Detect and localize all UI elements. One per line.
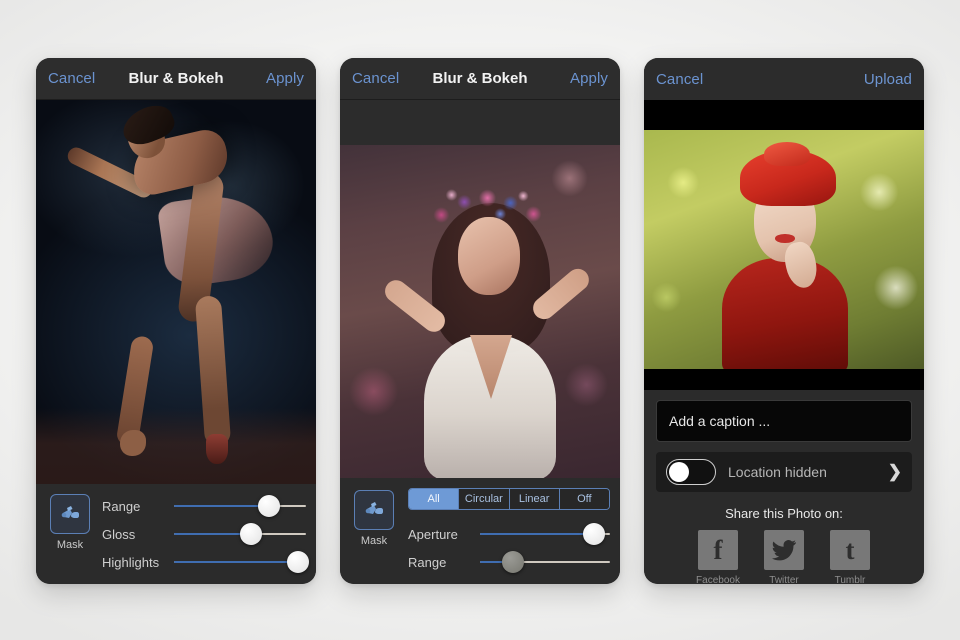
phone2-segment-all[interactable]: All <box>409 489 460 509</box>
phone2-slider-range[interactable] <box>480 551 610 573</box>
phone2-slider-row-aperture: Aperture <box>408 520 610 548</box>
phone-2-blur-bokeh-floral: Cancel Blur & Bokeh Apply Mask All Circu… <box>340 58 620 584</box>
phone2-mask-button[interactable] <box>354 490 394 530</box>
phone1-slider-range[interactable] <box>174 495 306 517</box>
phone3-share-facebook-label: Facebook <box>696 575 740 584</box>
phone1-slider-row-highlights: Highlights <box>102 548 310 576</box>
phone3-letterbox-top <box>644 100 924 130</box>
phone3-share-facebook[interactable]: f Facebook <box>696 530 740 584</box>
twitter-bird-icon <box>771 540 796 561</box>
phone2-photo-canvas[interactable] <box>340 145 620 478</box>
phone1-slider-range-knob[interactable] <box>258 495 281 517</box>
phone3-photo-turban-knot <box>764 142 810 166</box>
phone1-cancel-button[interactable]: Cancel <box>48 70 95 87</box>
phone2-slider-label-range: Range <box>408 554 447 570</box>
phone1-slider-label-highlights: Highlights <box>102 554 160 570</box>
phone3-upload-button[interactable]: Upload <box>864 71 912 88</box>
phone2-slider-aperture[interactable] <box>480 523 610 545</box>
phone2-mask-label: Mask <box>360 535 388 547</box>
phone1-navbar: Cancel Blur & Bokeh Apply <box>36 58 316 100</box>
phone2-cancel-button[interactable]: Cancel <box>352 70 399 87</box>
phone1-slider-highlights-knob[interactable] <box>287 551 310 573</box>
phone1-slider-range-fill <box>174 505 270 507</box>
phone3-share-twitter-label: Twitter <box>769 575 799 584</box>
phone2-apply-button[interactable]: Apply <box>570 70 608 87</box>
phone2-slider-aperture-fill <box>480 533 595 535</box>
phone3-photo-body <box>722 258 848 369</box>
phone1-slider-gloss-knob[interactable] <box>239 523 262 545</box>
phone2-slider-label-aperture: Aperture <box>408 526 458 542</box>
phone3-form-body: Add a caption ... Location hidden ❯ Shar… <box>644 390 924 584</box>
phone2-segment-circular[interactable]: Circular <box>459 489 510 509</box>
airbrush-icon <box>61 506 79 518</box>
tumblr-icon[interactable]: t <box>830 530 870 570</box>
phone3-navbar: Cancel Upload <box>644 58 924 100</box>
phone3-location-label: Location hidden <box>728 464 827 480</box>
phone1-slider-row-gloss: Gloss <box>102 520 306 548</box>
phone3-location-toggle-knob <box>669 462 689 482</box>
phone3-share-buttons: f Facebook Twitter t Tumblr <box>656 530 912 584</box>
phone2-control-panel: Mask All Circular Linear Off Aperture Ra… <box>340 478 620 584</box>
phone2-top-spacer <box>340 100 620 145</box>
phone1-mask-label: Mask <box>56 539 84 551</box>
phone3-share-tumblr-label: Tumblr <box>834 575 866 584</box>
phone1-control-panel: Mask Range Gloss Highlights <box>36 484 316 584</box>
phone3-share-twitter[interactable]: Twitter <box>762 530 806 584</box>
phone2-navbar: Cancel Blur & Bokeh Apply <box>340 58 620 100</box>
phone2-slider-row-range: Range <box>408 548 610 576</box>
phone3-cancel-button[interactable]: Cancel <box>656 71 703 88</box>
phone2-blur-mode-segmented-control[interactable]: All Circular Linear Off <box>408 488 610 510</box>
phone3-location-toggle[interactable] <box>666 459 716 485</box>
phone3-letterbox-bottom <box>644 369 924 390</box>
phone1-slider-highlights[interactable] <box>174 551 310 573</box>
phone3-share-title: Share this Photo on: <box>725 506 843 521</box>
phone1-slider-group: Range Gloss Highlights <box>96 492 310 576</box>
phone3-caption-input[interactable]: Add a caption ... <box>656 400 912 442</box>
phone2-right-controls: All Circular Linear Off Aperture Range <box>400 488 610 576</box>
phone3-share-tumblr[interactable]: t Tumblr <box>828 530 872 584</box>
phone2-photo-flower-crown <box>426 185 554 235</box>
chevron-right-icon[interactable]: ❯ <box>888 462 902 482</box>
phone2-segment-off[interactable]: Off <box>559 489 609 509</box>
phone1-mask-tool[interactable]: Mask <box>44 494 96 551</box>
phone2-segment-linear[interactable]: Linear <box>509 489 560 509</box>
facebook-icon[interactable]: f <box>698 530 738 570</box>
phone1-photo-shoe <box>206 434 228 464</box>
phone2-slider-range-knob[interactable] <box>501 551 524 573</box>
phone1-slider-highlights-fill <box>174 561 299 563</box>
phone2-mask-tool[interactable]: Mask <box>348 490 400 547</box>
phone1-apply-button[interactable]: Apply <box>266 70 304 87</box>
phone3-photo-lips <box>775 234 795 243</box>
phone-1-blur-bokeh-dancer: Cancel Blur & Bokeh Apply Mask Range Glo… <box>36 58 316 584</box>
phone1-slider-label-range: Range <box>102 498 141 514</box>
phone2-slider-aperture-knob[interactable] <box>583 523 606 545</box>
phone1-photo-canvas[interactable] <box>36 100 316 528</box>
phone1-mask-button[interactable] <box>50 494 90 534</box>
phone1-photo-hand <box>120 430 146 456</box>
twitter-icon[interactable] <box>764 530 804 570</box>
phone-3-upload-share: Cancel Upload Add a caption ... Location… <box>644 58 924 584</box>
phone1-slider-gloss[interactable] <box>174 523 306 545</box>
phone1-slider-row-range: Range <box>102 492 306 520</box>
phone1-slider-label-gloss: Gloss <box>102 526 136 542</box>
screenshot-canvas: Cancel Blur & Bokeh Apply Mask Range Glo… <box>0 0 960 640</box>
phone3-photo-preview[interactable] <box>644 130 924 369</box>
airbrush-icon <box>365 502 383 514</box>
phone3-location-row[interactable]: Location hidden ❯ <box>656 452 912 492</box>
